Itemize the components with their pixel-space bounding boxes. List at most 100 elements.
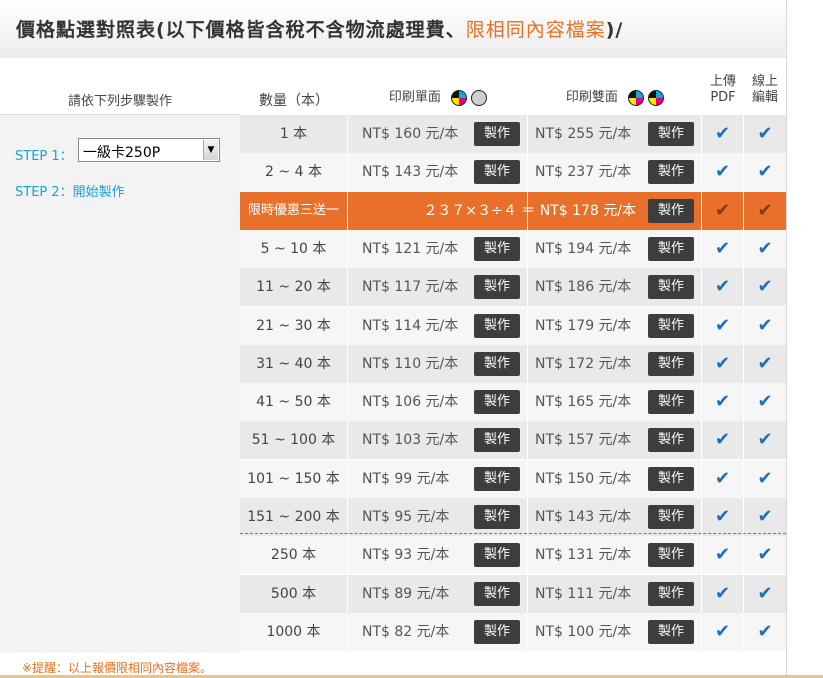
check-icon: ✔: [757, 506, 773, 527]
double-price: NT$ 194 元/本: [535, 241, 632, 257]
title-tail: )/: [605, 19, 624, 41]
make-button[interactable]: 製作: [648, 390, 694, 414]
make-button[interactable]: 製作: [648, 582, 694, 606]
table-row: 2 ~ 4 本 NT$ 143 元/本 製作 NT$ 237 元/本 製作 ✔ ✔: [240, 153, 786, 191]
double-price-cell: NT$ 255 元/本 製作: [528, 115, 702, 153]
make-button[interactable]: 製作: [648, 122, 694, 146]
upload-pdf-cell: ✔: [702, 307, 744, 345]
qty-cell: 41 ~ 50 本: [240, 383, 348, 421]
column-header-online-edit: 線上 編輯: [744, 58, 786, 114]
check-icon: ✔: [757, 276, 773, 297]
make-button[interactable]: 製作: [474, 390, 520, 414]
qty-cell: 151 ~ 200 本: [240, 498, 348, 536]
make-button[interactable]: 製作: [474, 352, 520, 376]
double-price: NT$ 186 元/本: [535, 279, 632, 295]
make-button[interactable]: 製作: [474, 543, 520, 567]
upload-pdf-cell: ✔: [702, 575, 744, 613]
make-button[interactable]: 製作: [648, 543, 694, 567]
single-price: NT$ 110 元/本: [362, 356, 459, 372]
table-row: 1 本 NT$ 160 元/本 製作 NT$ 255 元/本 製作 ✔ ✔: [240, 115, 786, 153]
qty-cell: 21 ~ 30 本: [240, 307, 348, 345]
single-price-cell: NT$ 110 元/本 製作: [348, 345, 528, 383]
make-button[interactable]: 製作: [474, 237, 520, 261]
double-price: NT$ 165 元/本: [535, 394, 632, 410]
make-button[interactable]: 製作: [648, 620, 694, 644]
upload-pdf-cell: ✔: [702, 192, 744, 230]
single-price-cell: NT$ 93 元/本 製作: [348, 536, 528, 574]
online-edit-cell: ✔: [744, 345, 786, 383]
make-button[interactable]: 製作: [648, 199, 694, 223]
check-icon: ✔: [714, 544, 731, 565]
cmyk-color-icon: [648, 89, 665, 106]
qty-cell: 11 ~ 20 本: [240, 268, 348, 306]
check-icon: ✔: [757, 123, 773, 144]
upload-pdf-cell: ✔: [702, 115, 744, 153]
upload-pdf-cell: ✔: [702, 383, 744, 421]
double-price-cell: NT$ 157 元/本 製作: [528, 421, 702, 459]
online-edit-cell: ✔: [744, 498, 786, 536]
make-button[interactable]: 製作: [648, 314, 694, 338]
online-edit-cell: ✔: [744, 575, 786, 613]
online-edit-cell: ✔: [744, 383, 786, 421]
make-button[interactable]: 製作: [648, 467, 694, 491]
title-highlight: 限相同內容檔案: [465, 19, 606, 41]
online-edit-cell: ✔: [744, 613, 786, 651]
start-making-link[interactable]: 開始製作: [73, 185, 125, 200]
make-button[interactable]: 製作: [474, 428, 520, 452]
make-button[interactable]: 製作: [648, 237, 694, 261]
single-price: NT$ 99 元/本: [362, 471, 450, 487]
online-edit-cell: ✔: [744, 536, 786, 574]
make-button[interactable]: 製作: [648, 505, 694, 529]
single-price: NT$ 93 元/本: [362, 547, 450, 563]
make-button[interactable]: 製作: [648, 160, 694, 184]
card-type-select[interactable]: 一級卡250P ▼: [78, 138, 220, 162]
check-icon: ✔: [757, 315, 773, 336]
column-header-single: 印刷單面: [348, 58, 528, 114]
check-icon: ✔: [757, 238, 773, 259]
divider-dashed: [240, 533, 786, 534]
upload-pdf-cell: ✔: [702, 268, 744, 306]
make-button[interactable]: 製作: [474, 314, 520, 338]
make-button[interactable]: 製作: [474, 582, 520, 606]
make-button[interactable]: 製作: [474, 505, 520, 529]
make-button[interactable]: 製作: [648, 428, 694, 452]
single-price: NT$ 95 元/本: [362, 509, 450, 525]
qty-cell: 5 ~ 10 本: [240, 230, 348, 268]
check-icon: ✔: [757, 583, 773, 604]
make-button[interactable]: 製作: [474, 275, 520, 299]
qty-cell: 101 ~ 150 本: [240, 460, 348, 498]
dropdown-arrow-icon[interactable]: ▼: [203, 140, 218, 160]
promo-price-text: ２３７×３÷４ ＝ NT$ 178 元/本: [423, 203, 636, 219]
double-price-cell: NT$ 194 元/本 製作: [528, 230, 702, 268]
online-edit-cell: ✔: [744, 192, 786, 230]
double-price-cell: NT$ 179 元/本 製作: [528, 307, 702, 345]
check-icon: ✔: [757, 161, 773, 182]
column-header-upload-pdf: 上傳 PDF: [702, 58, 744, 114]
check-icon: ✔: [714, 123, 731, 144]
single-price-cell: NT$ 106 元/本 製作: [348, 383, 528, 421]
double-price-cell: NT$ 186 元/本 製作: [528, 268, 702, 306]
make-button[interactable]: 製作: [474, 160, 520, 184]
title-main: 價格點選對照表(以下價格皆含稅不含物流處理費、: [16, 19, 466, 41]
double-price: NT$ 179 元/本: [535, 318, 632, 334]
make-button[interactable]: 製作: [474, 467, 520, 491]
double-price: NT$ 111 元/本: [535, 586, 632, 602]
check-icon: ✔: [714, 583, 731, 604]
make-button[interactable]: 製作: [474, 620, 520, 644]
make-button[interactable]: 製作: [648, 352, 694, 376]
single-price: NT$ 117 元/本: [362, 279, 459, 295]
single-price-cell: NT$ 143 元/本 製作: [348, 153, 528, 191]
double-price: NT$ 255 元/本: [535, 126, 632, 142]
make-button[interactable]: 製作: [648, 275, 694, 299]
online-edit-cell: ✔: [744, 268, 786, 306]
qty-cell: 2 ~ 4 本: [240, 153, 348, 191]
header-bar: 價格點選對照表(以下價格皆含稅不含物流處理費、限相同內容檔案)/: [0, 0, 786, 59]
check-icon: ✔: [714, 200, 731, 221]
upload-pdf-cell: ✔: [702, 230, 744, 268]
table-row: 5 ~ 10 本 NT$ 121 元/本 製作 NT$ 194 元/本 製作 ✔ ✔: [240, 230, 786, 268]
qty-cell: 1 本: [240, 115, 348, 153]
make-button[interactable]: 製作: [474, 122, 520, 146]
table-row: 151 ~ 200 本 NT$ 95 元/本 製作 NT$ 143 元/本 製作 ✔ ✔: [240, 498, 786, 536]
cmyk-color-icon: [451, 89, 467, 106]
online-edit-cell: ✔: [744, 460, 786, 498]
